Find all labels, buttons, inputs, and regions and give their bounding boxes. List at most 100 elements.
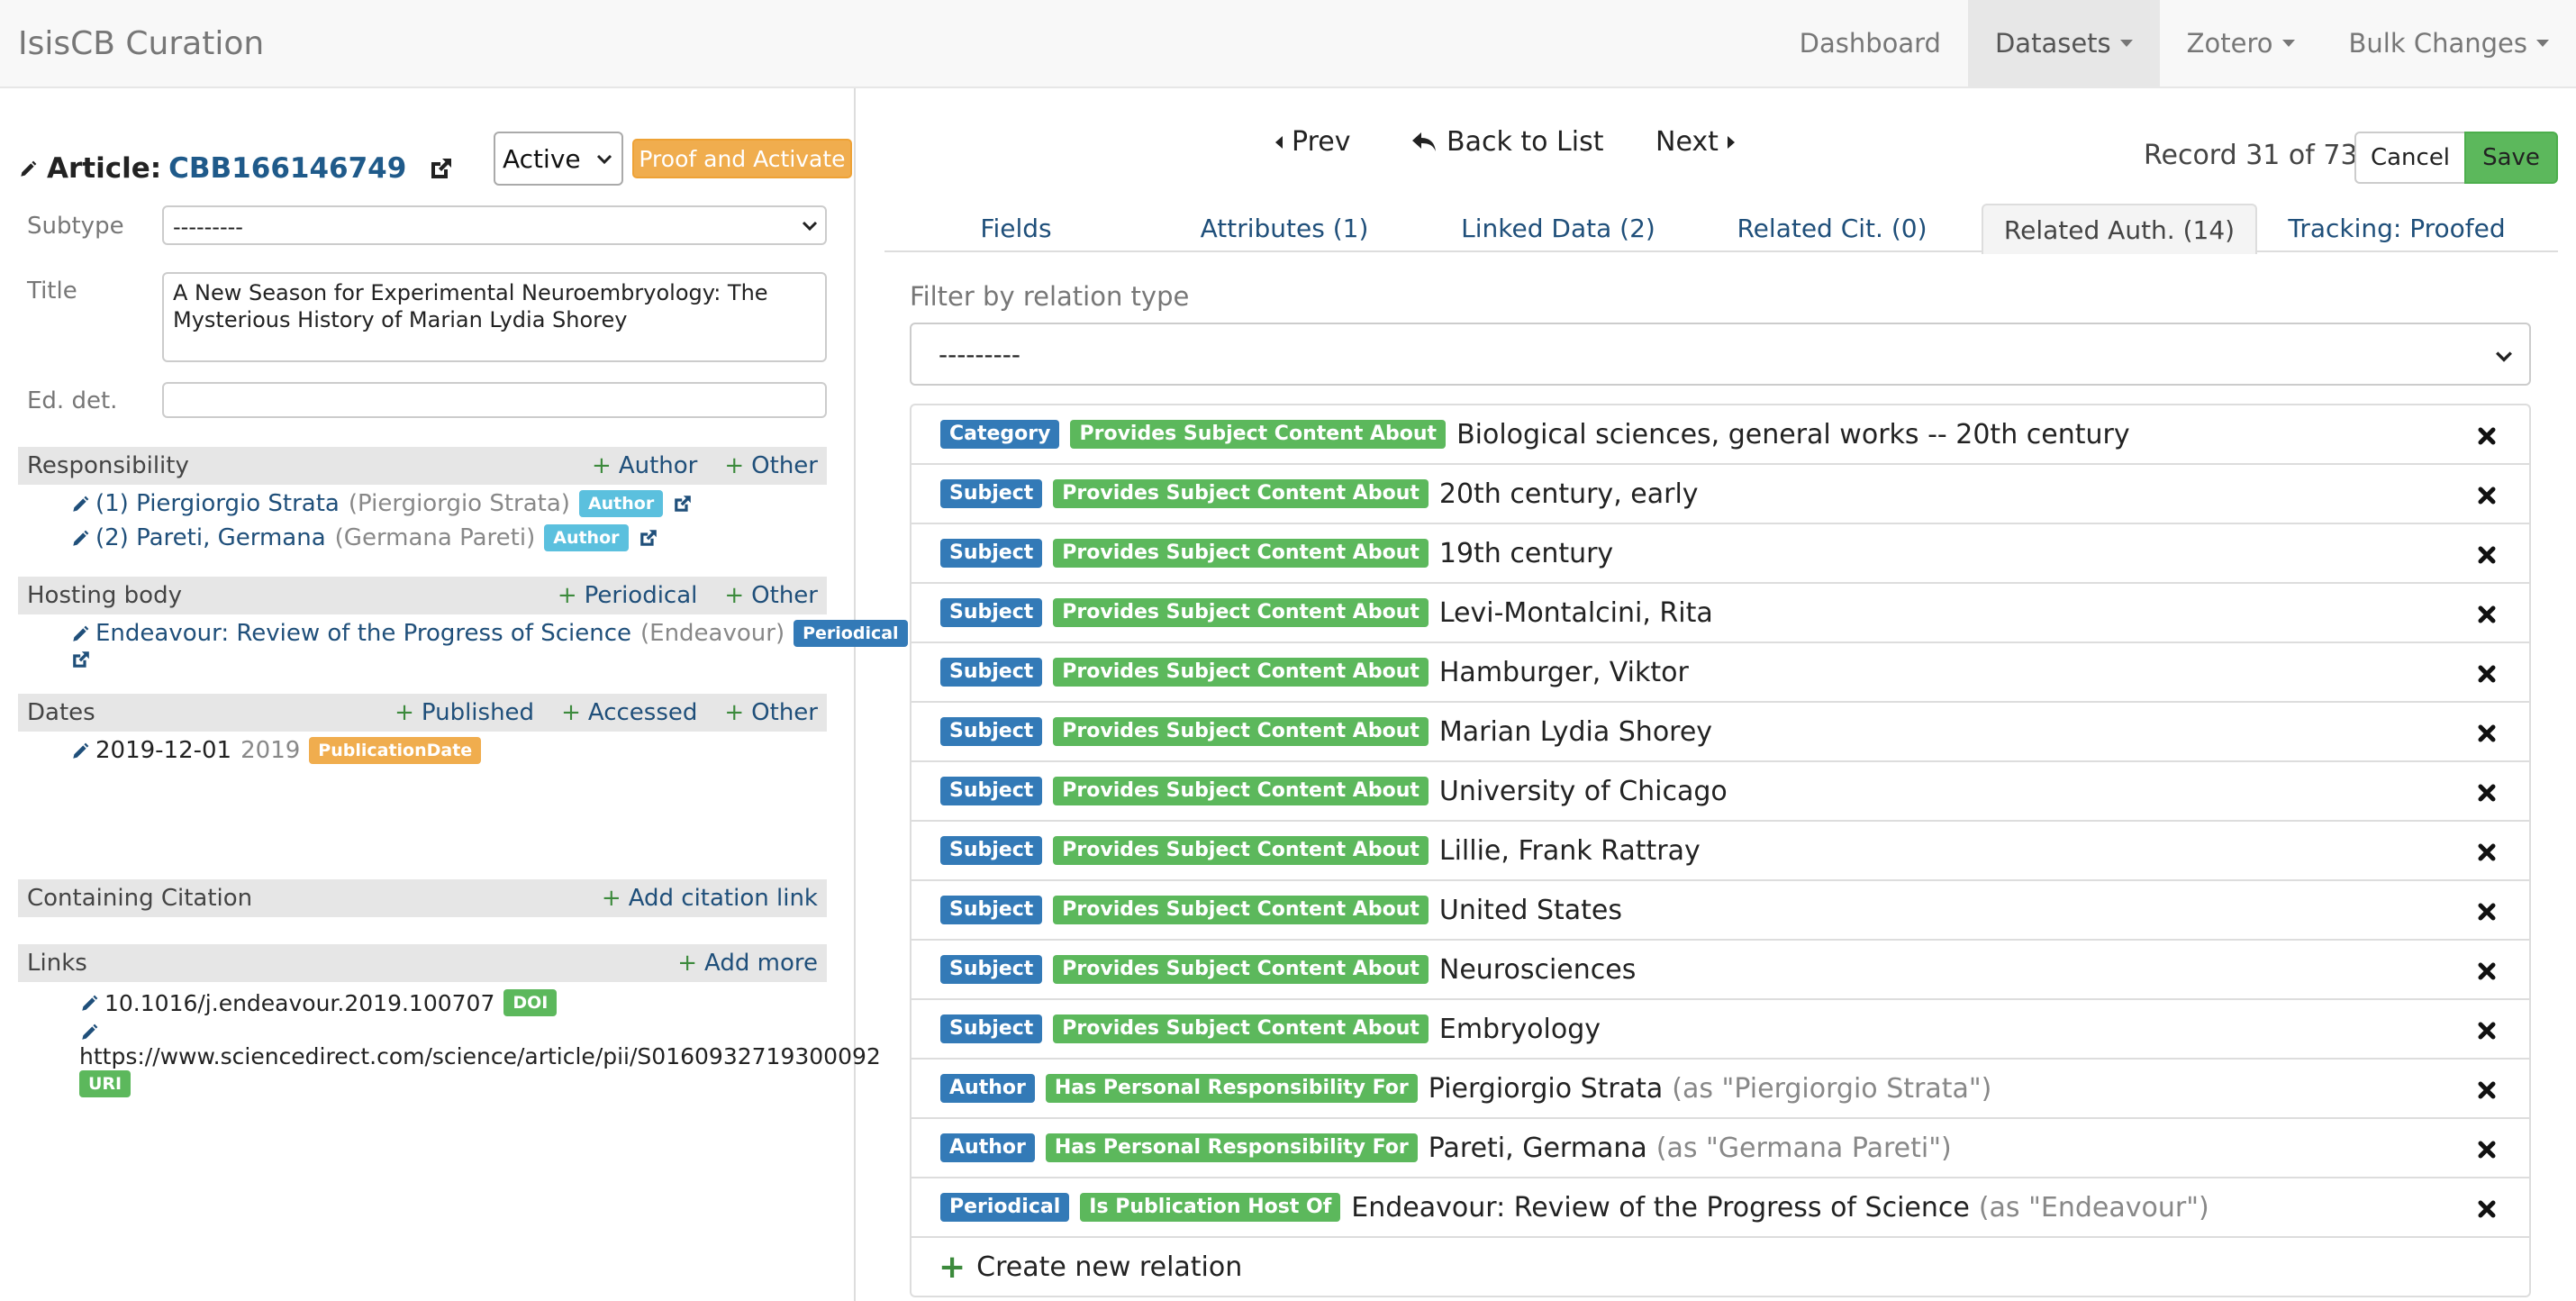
delete-relation-icon[interactable] bbox=[2477, 960, 2497, 980]
authority-type-badge: Subject bbox=[940, 955, 1043, 984]
add-other-date-link[interactable]: + Other bbox=[724, 699, 818, 726]
authority-name[interactable]: 19th century bbox=[1439, 538, 1613, 569]
relation-row: Category Provides Subject Content About Bi… bbox=[912, 405, 2529, 465]
external-link-icon[interactable] bbox=[638, 527, 659, 549]
subtype-select-value: --------- bbox=[173, 214, 243, 240]
external-link-icon[interactable] bbox=[428, 155, 455, 182]
doi-value[interactable]: 10.1016/j.endeavour.2019.100707 bbox=[104, 990, 494, 1016]
chevron-down-icon bbox=[596, 154, 612, 165]
authority-name[interactable]: Endeavour: Review of the Progress of Sci… bbox=[1351, 1192, 1970, 1224]
relation-row: Subject Provides Subject Content About Ham… bbox=[912, 643, 2529, 703]
nav-dashboard-label: Dashboard bbox=[1799, 28, 1941, 59]
delete-relation-icon[interactable] bbox=[2477, 723, 2497, 742]
tab-related-citations[interactable]: Related Cit. (0) bbox=[1695, 204, 1969, 252]
tab-linked-data[interactable]: Linked Data (2) bbox=[1421, 204, 1695, 252]
pencil-icon[interactable] bbox=[70, 741, 90, 760]
authority-name[interactable]: University of Chicago bbox=[1439, 776, 1728, 807]
tab-tracking[interactable]: Tracking: Proofed bbox=[2257, 204, 2536, 252]
cancel-button[interactable]: Cancel bbox=[2354, 132, 2466, 184]
save-button[interactable]: Save bbox=[2464, 132, 2558, 184]
authority-name[interactable]: (2) Pareti, Germana bbox=[95, 524, 326, 551]
authority-type-badge: Subject bbox=[940, 896, 1043, 924]
delete-relation-icon[interactable] bbox=[2477, 901, 2497, 921]
status-select[interactable]: Active bbox=[494, 132, 623, 186]
delete-relation-icon[interactable] bbox=[2477, 1079, 2497, 1099]
relation-type-badge: Provides Subject Content About bbox=[1053, 777, 1429, 805]
authority-name[interactable]: (1) Piergiorgio Strata bbox=[95, 490, 340, 517]
external-link-icon[interactable] bbox=[70, 649, 92, 670]
proof-and-activate-button[interactable]: Proof and Activate bbox=[632, 139, 852, 178]
back-to-list-link[interactable]: Back to List bbox=[1410, 126, 1603, 158]
tab-fields[interactable]: Fields bbox=[884, 204, 1147, 252]
authority-name[interactable]: Levi-Montalcini, Rita bbox=[1439, 597, 1713, 629]
create-relation-link[interactable]: + Create new relation bbox=[912, 1238, 2529, 1296]
authority-name[interactable]: 20th century, early bbox=[1439, 478, 1699, 510]
caret-right-icon bbox=[1727, 135, 1735, 149]
pencil-icon[interactable] bbox=[70, 528, 90, 548]
delete-relation-icon[interactable] bbox=[2477, 663, 2497, 683]
add-periodical-link[interactable]: + Periodical bbox=[558, 582, 698, 609]
record-id[interactable]: CBB166146749 bbox=[168, 152, 406, 185]
pencil-icon[interactable] bbox=[70, 494, 90, 514]
relation-type-badge: Has Personal Responsibility For bbox=[1045, 1133, 1418, 1162]
subtype-select[interactable]: --------- bbox=[162, 205, 827, 245]
add-citation-link-label: Add citation link bbox=[628, 885, 818, 912]
delete-relation-icon[interactable] bbox=[2477, 842, 2497, 861]
authority-name[interactable]: Neurosciences bbox=[1439, 954, 1636, 986]
add-accessed-link[interactable]: + Accessed bbox=[561, 699, 697, 726]
authority-name[interactable]: Hamburger, Viktor bbox=[1439, 657, 1689, 688]
authority-name[interactable]: Biological sciences, general works -- 20… bbox=[1456, 419, 2130, 450]
add-other-label: Other bbox=[751, 699, 818, 726]
ed-det-field[interactable] bbox=[162, 382, 827, 418]
tab-attributes[interactable]: Attributes (1) bbox=[1147, 204, 1421, 252]
authority-type-badge: Subject bbox=[940, 836, 1043, 865]
uri-value[interactable]: https://www.sciencedirect.com/science/ar… bbox=[79, 1043, 881, 1069]
delete-relation-icon[interactable] bbox=[2477, 1139, 2497, 1159]
authority-display-name: (Germana Pareti) bbox=[334, 524, 536, 551]
add-citation-link[interactable]: + Add citation link bbox=[602, 885, 818, 912]
add-other-hosting-link[interactable]: + Other bbox=[724, 582, 818, 609]
add-published-link[interactable]: + Published bbox=[395, 699, 534, 726]
responsibility-section-header: Responsibility + Author + Other bbox=[18, 447, 827, 485]
tab-related-authorities[interactable]: Related Auth. (14) bbox=[1982, 204, 2257, 254]
relation-row: Subject Provides Subject Content About 19t… bbox=[912, 524, 2529, 584]
relation-type-badge: Provides Subject Content About bbox=[1053, 479, 1429, 508]
add-author-link[interactable]: + Author bbox=[592, 452, 697, 479]
brand-title[interactable]: IsisCB Curation bbox=[18, 25, 264, 62]
delete-relation-icon[interactable] bbox=[2477, 1020, 2497, 1040]
delete-relation-icon[interactable] bbox=[2477, 782, 2497, 802]
periodical-name[interactable]: Endeavour: Review of the Progress of Sci… bbox=[95, 620, 631, 647]
relation-row: Subject Provides Subject Content About Neu… bbox=[912, 941, 2529, 1000]
add-more-link[interactable]: + Add more bbox=[677, 950, 818, 977]
pencil-icon[interactable] bbox=[79, 993, 99, 1013]
chevron-down-icon bbox=[2496, 351, 2512, 362]
record-type-label: Article bbox=[47, 152, 150, 185]
nav-bulk-changes[interactable]: Bulk Changes bbox=[2322, 0, 2576, 86]
title-field[interactable]: A New Season for Experimental Neuroembry… bbox=[162, 272, 827, 362]
plus-icon: + bbox=[592, 452, 612, 479]
hosting-heading: Hosting body bbox=[27, 582, 182, 609]
delete-relation-icon[interactable] bbox=[2477, 604, 2497, 623]
plus-icon: + bbox=[601, 885, 621, 912]
delete-relation-icon[interactable] bbox=[2477, 485, 2497, 505]
authority-name[interactable]: Embryology bbox=[1439, 1014, 1601, 1045]
authority-name[interactable]: Pareti, Germana bbox=[1429, 1133, 1647, 1164]
nav-dashboard[interactable]: Dashboard bbox=[1773, 0, 1968, 86]
relation-type-filter-select[interactable]: --------- bbox=[910, 323, 2531, 386]
authority-name[interactable]: Piergiorgio Strata bbox=[1429, 1073, 1664, 1105]
delete-relation-icon[interactable] bbox=[2477, 425, 2497, 445]
authority-display-name: (Piergiorgio Strata) bbox=[348, 490, 570, 517]
authority-name[interactable]: United States bbox=[1439, 895, 1622, 926]
pencil-icon[interactable] bbox=[79, 1022, 99, 1042]
nav-datasets[interactable]: Datasets bbox=[1967, 0, 2160, 86]
nav-zotero[interactable]: Zotero bbox=[2160, 0, 2322, 86]
delete-relation-icon[interactable] bbox=[2477, 544, 2497, 564]
external-link-icon[interactable] bbox=[672, 493, 694, 514]
authority-name[interactable]: Marian Lydia Shorey bbox=[1439, 716, 1712, 748]
prev-link[interactable]: Prev bbox=[1274, 126, 1350, 158]
next-link[interactable]: Next bbox=[1655, 126, 1737, 158]
authority-name[interactable]: Lillie, Frank Rattray bbox=[1439, 835, 1701, 867]
add-other-responsibility-link[interactable]: + Other bbox=[724, 452, 818, 479]
pencil-icon[interactable] bbox=[70, 623, 90, 643]
delete-relation-icon[interactable] bbox=[2477, 1198, 2497, 1218]
